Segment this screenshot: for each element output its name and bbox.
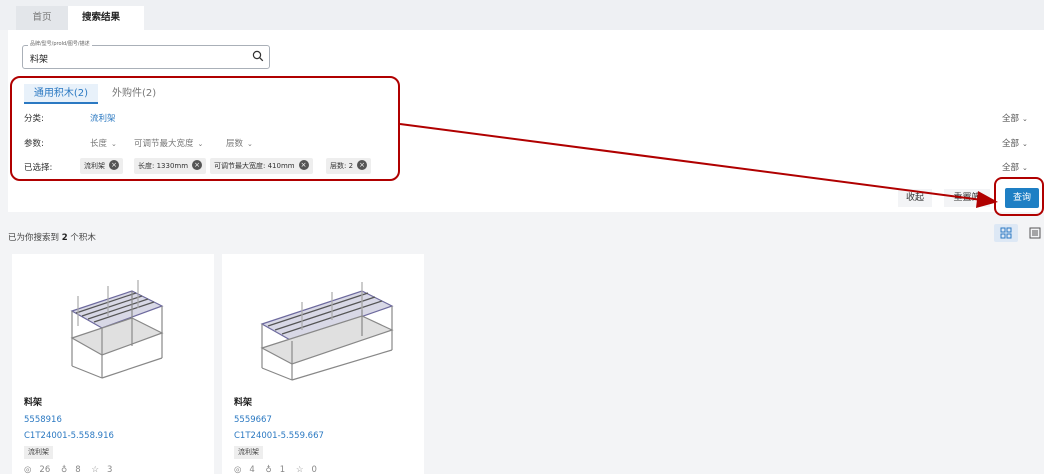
product-tag: 流利架 bbox=[24, 446, 53, 459]
tab-search-results-label: 搜索结果 bbox=[82, 12, 121, 23]
favorites-count: 0 bbox=[311, 465, 317, 474]
product-image bbox=[70, 280, 164, 379]
result-prefix: 已为你搜索到 bbox=[8, 233, 60, 243]
chevron-down-icon: ⌄ bbox=[1022, 164, 1028, 172]
favorite-icon[interactable]: ☆ bbox=[91, 465, 99, 474]
views-icon: ◎ bbox=[234, 465, 242, 474]
product-title[interactable]: 料架 bbox=[24, 395, 42, 408]
tab-home-label: 首页 bbox=[32, 12, 52, 23]
product-card[interactable]: 料架 5558916 C1T24001-5.558.916 流利架 ◎ 26 ♁ 8… bbox=[12, 254, 214, 474]
collapse-button[interactable]: 收起 bbox=[898, 189, 932, 207]
result-suffix: 个积木 bbox=[70, 233, 96, 243]
result-count: 2 bbox=[61, 233, 68, 243]
product-code[interactable]: 5559667 bbox=[234, 415, 272, 425]
views-icon: ◎ bbox=[24, 465, 32, 474]
chevron-down-icon: ⌄ bbox=[1022, 140, 1028, 148]
all-label: 全部 bbox=[1002, 114, 1020, 124]
selected-all-toggle[interactable]: 全部 ⌄ bbox=[1002, 161, 1028, 173]
favorites-count: 3 bbox=[106, 465, 113, 474]
product-stats: ◎ 4 ♁ 1 ☆ 0 bbox=[234, 465, 325, 474]
product-code[interactable]: 5558916 bbox=[24, 415, 62, 425]
product-sku[interactable]: C1T24001-5.558.916 bbox=[24, 431, 114, 441]
product-title[interactable]: 料架 bbox=[234, 395, 252, 408]
search-icon[interactable] bbox=[252, 50, 264, 62]
tab-home[interactable]: 首页 bbox=[16, 6, 68, 30]
product-stats: ◎ 26 ♁ 8 ☆ 3 bbox=[24, 465, 120, 474]
search-input-label: 品牌/型号/proId/图号/描述 bbox=[28, 40, 92, 47]
annotation-box-query bbox=[994, 177, 1044, 216]
views-count: 4 bbox=[249, 465, 255, 474]
product-tag: 流利架 bbox=[234, 446, 263, 459]
category-all-toggle[interactable]: 全部 ⌄ bbox=[1002, 112, 1028, 124]
like-icon[interactable]: ♁ bbox=[61, 465, 67, 474]
views-count: 26 bbox=[39, 465, 51, 474]
likes-count: 8 bbox=[75, 465, 81, 474]
tabs-bar: 首页 搜索结果✕ bbox=[0, 0, 1044, 47]
all-label: 全部 bbox=[1002, 163, 1020, 173]
annotation-box-filters bbox=[10, 76, 400, 181]
product-image bbox=[260, 282, 394, 381]
favorite-icon[interactable]: ☆ bbox=[296, 465, 304, 474]
chevron-down-icon: ⌄ bbox=[1022, 115, 1028, 123]
grid-view-icon[interactable] bbox=[994, 224, 1018, 242]
param-all-toggle[interactable]: 全部 ⌄ bbox=[1002, 137, 1028, 149]
reset-button[interactable]: 重置筛 bbox=[944, 189, 990, 207]
all-label: 全部 bbox=[1002, 139, 1020, 149]
tab-search-results[interactable]: 搜索结果✕ bbox=[68, 6, 144, 47]
likes-count: 1 bbox=[279, 465, 286, 474]
result-summary: 已为你搜索到 2 个积木 bbox=[8, 231, 96, 243]
list-view-icon[interactable] bbox=[1026, 224, 1044, 242]
product-sku[interactable]: C1T24001-5.559.667 bbox=[234, 431, 324, 441]
search-input-value[interactable]: 料架 bbox=[30, 52, 48, 65]
search-input[interactable] bbox=[22, 45, 270, 69]
product-card[interactable]: 料架 5559667 C1T24001-5.559.667 流利架 ◎ 4 ♁ 1 … bbox=[222, 254, 424, 474]
like-icon[interactable]: ♁ bbox=[266, 465, 272, 474]
